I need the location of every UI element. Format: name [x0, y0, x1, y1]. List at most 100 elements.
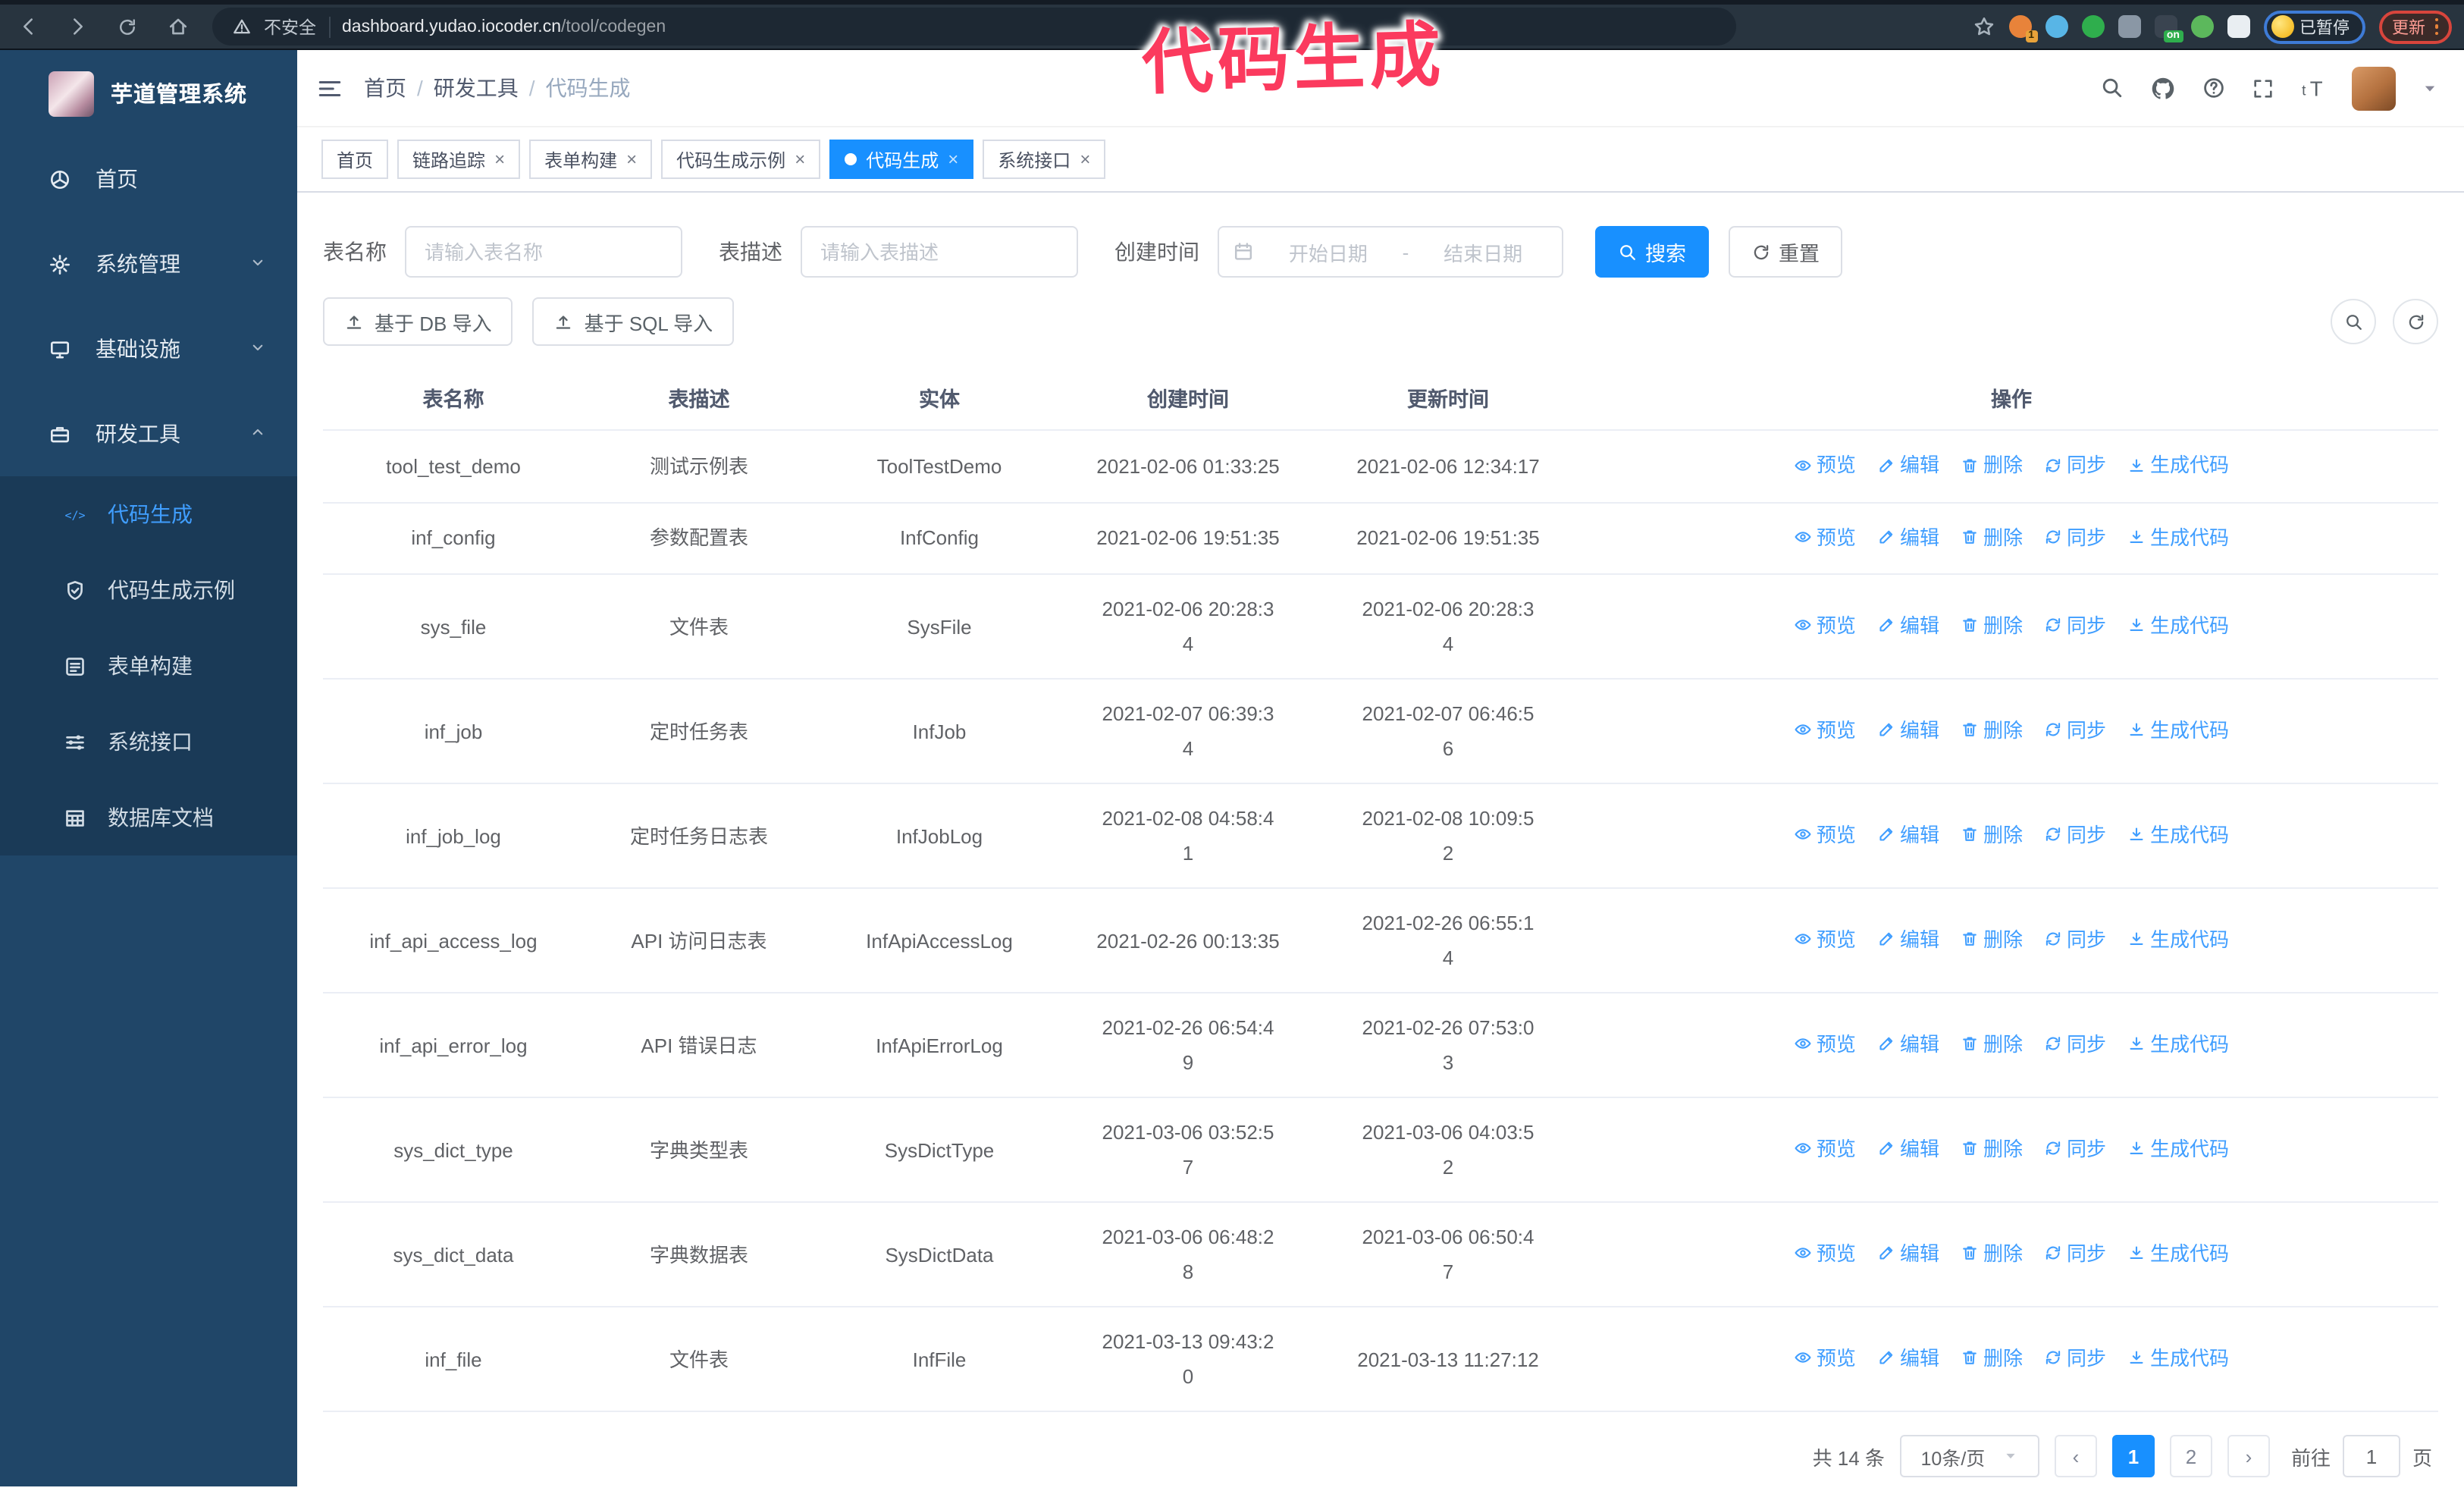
toggle-search-button[interactable] — [2331, 299, 2376, 344]
tab-系统接口[interactable]: 系统接口 × — [983, 140, 1106, 179]
import-sql-button[interactable]: 基于 SQL 导入 — [532, 297, 735, 346]
action-预览[interactable]: 预览 — [1794, 922, 1856, 957]
action-生成代码[interactable]: 生成代码 — [2127, 818, 2229, 852]
action-生成代码[interactable]: 生成代码 — [2127, 713, 2229, 748]
bookmark-star-icon[interactable] — [1972, 15, 1995, 38]
action-编辑[interactable]: 编辑 — [1877, 1236, 1939, 1271]
extension-lime-icon[interactable] — [2190, 15, 2213, 38]
close-icon[interactable]: × — [626, 150, 637, 168]
action-编辑[interactable]: 编辑 — [1877, 713, 1939, 748]
action-生成代码[interactable]: 生成代码 — [2127, 608, 2229, 643]
avatar-caret-icon[interactable] — [2422, 80, 2438, 96]
action-删除[interactable]: 删除 — [1961, 713, 2023, 748]
action-生成代码[interactable]: 生成代码 — [2127, 1027, 2229, 1062]
action-生成代码[interactable]: 生成代码 — [2127, 922, 2229, 957]
action-预览[interactable]: 预览 — [1794, 818, 1856, 852]
sidebar-item-system[interactable]: 系统管理 — [0, 221, 297, 306]
tab-链路追踪[interactable]: 链路追踪 × — [397, 140, 521, 179]
date-range-picker[interactable]: 开始日期 - 结束日期 — [1218, 226, 1563, 278]
action-生成代码[interactable]: 生成代码 — [2127, 447, 2229, 482]
action-删除[interactable]: 删除 — [1961, 1341, 2023, 1376]
action-编辑[interactable]: 编辑 — [1877, 922, 1939, 957]
action-同步[interactable]: 同步 — [2044, 713, 2106, 748]
sidebar-subitem-codegen-example[interactable]: 代码生成示例 — [0, 552, 297, 628]
sidebar-subitem-codegen[interactable]: </> 代码生成 — [0, 476, 297, 552]
action-预览[interactable]: 预览 — [1794, 1236, 1856, 1271]
sidebar-subitem-system-api[interactable]: 系统接口 — [0, 704, 297, 780]
action-预览[interactable]: 预览 — [1794, 608, 1856, 643]
close-icon[interactable]: × — [494, 150, 505, 168]
next-page-button[interactable]: › — [2227, 1435, 2270, 1477]
extension-gem-icon[interactable] — [2045, 15, 2067, 38]
action-预览[interactable]: 预览 — [1794, 519, 1856, 554]
sidebar-logo-row[interactable]: 芋道管理系统 — [0, 50, 297, 137]
action-预览[interactable]: 预览 — [1794, 447, 1856, 482]
action-同步[interactable]: 同步 — [2044, 608, 2106, 643]
action-删除[interactable]: 删除 — [1961, 1236, 2023, 1271]
extension-gray-icon[interactable] — [2118, 15, 2140, 38]
action-生成代码[interactable]: 生成代码 — [2127, 1236, 2229, 1271]
action-同步[interactable]: 同步 — [2044, 1341, 2106, 1376]
action-同步[interactable]: 同步 — [2044, 818, 2106, 852]
action-同步[interactable]: 同步 — [2044, 1132, 2106, 1166]
action-删除[interactable]: 删除 — [1961, 1132, 2023, 1166]
close-icon[interactable]: × — [1080, 150, 1090, 168]
action-同步[interactable]: 同步 — [2044, 447, 2106, 482]
action-删除[interactable]: 删除 — [1961, 922, 2023, 957]
action-编辑[interactable]: 编辑 — [1877, 608, 1939, 643]
goto-page-input[interactable] — [2342, 1435, 2400, 1477]
back-icon[interactable] — [15, 14, 39, 39]
table-desc-input[interactable] — [801, 226, 1078, 278]
action-同步[interactable]: 同步 — [2044, 922, 2106, 957]
extension-puzzle-icon[interactable] — [2227, 15, 2249, 38]
github-icon[interactable] — [2150, 75, 2176, 101]
action-生成代码[interactable]: 生成代码 — [2127, 519, 2229, 554]
action-预览[interactable]: 预览 — [1794, 1132, 1856, 1166]
profile-paused-chip[interactable]: 已暂停 — [2263, 10, 2365, 43]
sidebar-item-home[interactable]: 首页 — [0, 137, 297, 221]
action-编辑[interactable]: 编辑 — [1877, 818, 1939, 852]
action-编辑[interactable]: 编辑 — [1877, 1341, 1939, 1376]
breadcrumb-item[interactable]: 研发工具 — [434, 73, 519, 103]
page-button-1[interactable]: 1 — [2111, 1435, 2155, 1477]
action-删除[interactable]: 删除 — [1961, 608, 2023, 643]
search-button[interactable]: 搜索 — [1595, 226, 1709, 278]
action-编辑[interactable]: 编辑 — [1877, 447, 1939, 482]
tab-代码生成[interactable]: 代码生成 × — [829, 140, 974, 179]
home-icon[interactable] — [165, 14, 190, 39]
kebab-menu-icon[interactable] — [2434, 17, 2438, 36]
action-同步[interactable]: 同步 — [2044, 519, 2106, 554]
prev-page-button[interactable]: ‹ — [2054, 1435, 2097, 1477]
user-avatar[interactable] — [2352, 66, 2396, 110]
close-icon[interactable]: × — [795, 150, 805, 168]
tab-表单构建[interactable]: 表单构建 × — [529, 140, 653, 179]
url-bar[interactable]: 不安全 dashboard.yudao.iocoder.cn/tool/code… — [212, 8, 1736, 46]
action-删除[interactable]: 删除 — [1961, 818, 2023, 852]
action-删除[interactable]: 删除 — [1961, 447, 2023, 482]
reset-button[interactable]: 重置 — [1729, 226, 1842, 278]
refresh-table-button[interactable] — [2393, 299, 2438, 344]
help-icon[interactable] — [2202, 76, 2226, 100]
tab-首页[interactable]: 首页 — [321, 140, 389, 179]
table-name-input[interactable] — [405, 226, 682, 278]
extension-orange-icon[interactable]: 1 — [2008, 15, 2037, 42]
action-生成代码[interactable]: 生成代码 — [2127, 1132, 2229, 1166]
import-db-button[interactable]: 基于 DB 导入 — [323, 297, 513, 346]
action-删除[interactable]: 删除 — [1961, 519, 2023, 554]
hamburger-icon[interactable] — [317, 75, 343, 101]
action-预览[interactable]: 预览 — [1794, 713, 1856, 748]
action-删除[interactable]: 删除 — [1961, 1027, 2023, 1062]
extension-dark-icon[interactable]: on — [2154, 15, 2183, 42]
close-icon[interactable]: × — [948, 150, 958, 168]
reload-icon[interactable] — [115, 14, 140, 39]
action-编辑[interactable]: 编辑 — [1877, 1132, 1939, 1166]
tab-代码生成示例[interactable]: 代码生成示例 × — [661, 140, 821, 179]
action-预览[interactable]: 预览 — [1794, 1341, 1856, 1376]
page-button-2[interactable]: 2 — [2169, 1435, 2212, 1477]
font-size-icon[interactable]: tT — [2300, 75, 2326, 101]
action-生成代码[interactable]: 生成代码 — [2127, 1341, 2229, 1376]
sidebar-subitem-form-builder[interactable]: 表单构建 — [0, 628, 297, 704]
sidebar-item-devtools[interactable]: 研发工具 — [0, 391, 297, 476]
breadcrumb-item[interactable]: 首页 — [364, 73, 406, 103]
fullscreen-icon[interactable] — [2252, 77, 2274, 99]
